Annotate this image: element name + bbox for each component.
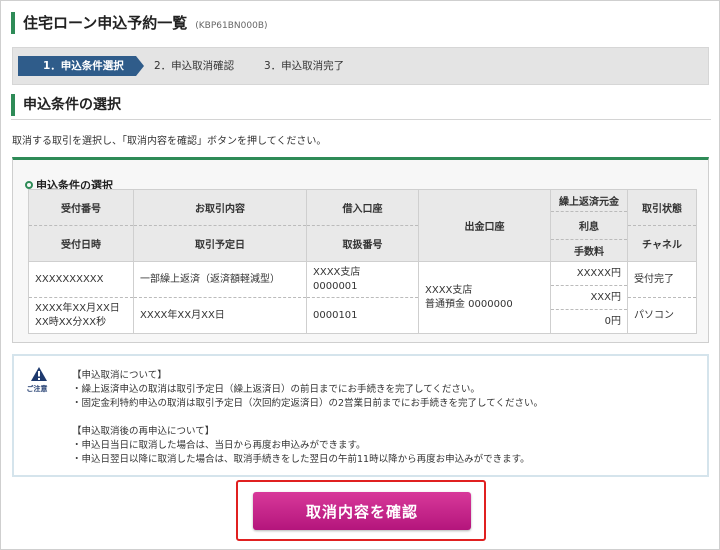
progress-steps: 1．申込条件選択 2．申込取消確認 3．申込取消完了 — [12, 47, 709, 85]
cell-scheduled-date: XXXX年XX月XX日 — [133, 297, 307, 334]
header-scheduled-date: 取引予定日 — [133, 225, 307, 262]
deposit-account-no: 0000001 — [313, 280, 358, 292]
header-fee: 手数料 — [550, 239, 628, 262]
caution-block: ご注意 — [27, 366, 49, 394]
conditions-panel: 申込条件の選択 受付番号 お取引内容 借入口座 出金口座 繰上返済元金 取引状態… — [12, 157, 709, 343]
instruction-text: 取消する取引を選択し、「取消内容を確認」ボタンを押してください。 — [12, 136, 327, 147]
header-receipt-no: 受付番号 — [28, 189, 134, 226]
cell-handling-no: 0000101 — [306, 297, 419, 334]
cell-principal: XXXXX円 — [550, 261, 628, 286]
warning-icon — [31, 367, 47, 381]
deposit-branch: XXXX支店 — [313, 266, 361, 278]
table-row: XXXXXXXXXX 一部繰上返済（返済額軽減型） XXXX支店 0000001… — [28, 261, 697, 334]
cell-deposit-account: XXXX支店 0000001 — [306, 261, 419, 298]
step-2: 2．申込取消確認 — [154, 60, 235, 72]
withdrawal-branch: XXXX支店 — [425, 284, 473, 296]
section-title: 申込条件の選択 — [11, 94, 121, 116]
header-transaction: お取引内容 — [133, 189, 307, 226]
notice-line: ・繰上返済申込の取消は取引予定日（繰上返済日）の前日までにお手続きを完了してくだ… — [72, 384, 480, 395]
step-3: 3．申込取消完了 — [264, 60, 345, 72]
cell-channel: パソコン — [627, 297, 697, 334]
cell-fee: 0円 — [550, 309, 628, 334]
header-interest: 利息 — [550, 211, 628, 240]
header-channel: チャネル — [627, 225, 697, 262]
receipt-time: XX時XX分XX秒 — [35, 316, 107, 328]
receipt-date: XXXX年XX月XX日 — [35, 302, 120, 314]
notice-line: 【申込取消後の再申込について】 — [72, 426, 215, 437]
notice-spacer — [72, 411, 543, 425]
header-receipt-datetime: 受付日時 — [28, 225, 134, 262]
confirm-cancellation-button[interactable]: 取消内容を確認 — [253, 492, 471, 530]
notice-line: 【申込取消について】 — [72, 370, 167, 381]
cell-interest: XXX円 — [550, 285, 628, 310]
header-withdrawal-account: 出金口座 — [418, 189, 551, 262]
page-frame: 住宅ローン申込予約一覧 (KBP61BN000B) 1．申込条件選択 2．申込取… — [0, 0, 720, 550]
cell-receipt-datetime: XXXX年XX月XX日 XX時XX分XX秒 — [28, 297, 134, 334]
header-principal: 繰上返済元金 — [550, 189, 628, 212]
screen-code: (KBP61BN000B) — [195, 21, 268, 31]
page-title: 住宅ローン申込予約一覧 (KBP61BN000B) — [11, 12, 268, 34]
notice-box: ご注意 【申込取消について】 ・繰上返済申込の取消は取引予定日（繰上返済日）の前… — [12, 354, 709, 477]
step-1-current: 1．申込条件選択 — [18, 56, 144, 76]
section-divider — [11, 119, 711, 120]
withdrawal-account-no: 普通預金 0000000 — [425, 298, 513, 310]
conditions-table: 受付番号 お取引内容 借入口座 出金口座 繰上返済元金 取引状態 利息 受付日時… — [28, 189, 697, 334]
notice-line: ・固定金利特約申込の取消は取引予定日（次回約定返済日）の2営業日前までにお手続き… — [72, 398, 543, 409]
header-deposit-account: 借入口座 — [306, 189, 419, 226]
confirm-button-highlight: 取消内容を確認 — [236, 480, 486, 541]
page-title-text: 住宅ローン申込予約一覧 — [23, 14, 188, 32]
notice-text: 【申込取消について】 ・繰上返済申込の取消は取引予定日（繰上返済日）の前日までに… — [72, 369, 543, 467]
notice-line: ・申込日当日に取消した場合は、当日から再度お申込みができます。 — [72, 440, 366, 451]
header-handling-no: 取扱番号 — [306, 225, 419, 262]
header-status: 取引状態 — [627, 189, 697, 226]
cell-withdrawal-account: XXXX支店 普通預金 0000000 — [418, 261, 551, 334]
circle-bullet-icon — [25, 181, 33, 189]
notice-line: ・申込日翌日以降に取消した場合は、取消手続きをした翌日の午前11時以降から再度お… — [72, 454, 530, 465]
cell-transaction: 一部繰上返済（返済額軽減型） — [133, 261, 307, 298]
caution-label: ご注意 — [26, 385, 48, 393]
cell-receipt-no: XXXXXXXXXX — [28, 261, 134, 298]
cell-status: 受付完了 — [627, 261, 697, 298]
